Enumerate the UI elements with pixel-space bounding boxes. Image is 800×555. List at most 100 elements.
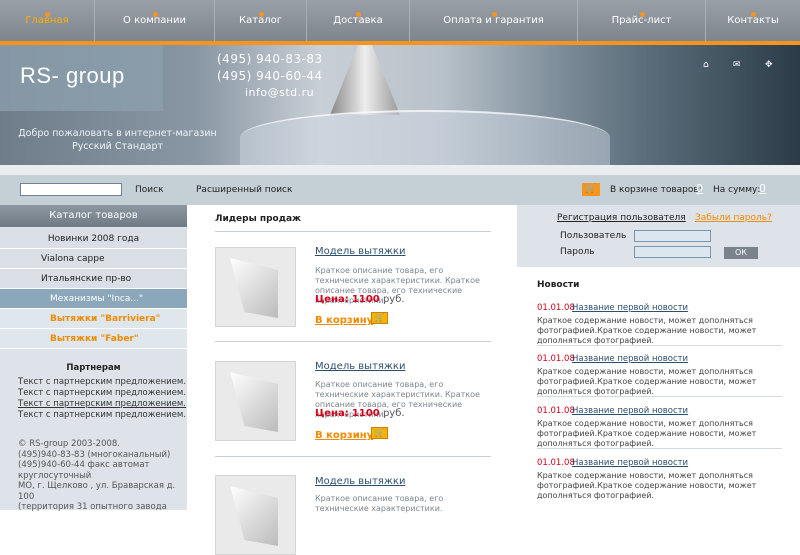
product-description: Краткое описание товара, его технические…: [315, 494, 444, 513]
news-title: Новости: [537, 280, 580, 290]
partner-text: Текст с партнерским предложением.: [18, 410, 187, 420]
catalog-item-faber[interactable]: Вытяжки "Faber": [0, 329, 187, 349]
username-field[interactable]: [634, 230, 711, 242]
nav-item-payment[interactable]: Оплата и гарантия: [410, 0, 578, 41]
footer-line: круглосуточный: [18, 470, 92, 481]
right-sidebar: Регистрация пользователя Забыли пароль? …: [517, 205, 800, 510]
product-image[interactable]: [215, 247, 296, 327]
nav-item-delivery[interactable]: Доставка: [307, 0, 410, 41]
news-summary: Краткое содержание новости, может дополн…: [537, 471, 757, 500]
site-logo[interactable]: RS- group: [20, 63, 125, 89]
news-date: 01.01.08: [537, 458, 575, 468]
news-date: 01.01.08: [537, 406, 575, 416]
username-label: Пользователь: [560, 231, 627, 241]
password-field[interactable]: [634, 246, 711, 258]
forgot-password-link[interactable]: Забыли пароль?: [695, 213, 772, 223]
phone-primary: (495) 940-83-83: [217, 52, 323, 66]
nav-dot-icon: [356, 12, 361, 17]
footer-line: (495)940-60-44 факс автомат: [18, 460, 150, 470]
search-bar: Поиск Расширенный поиск 🛒 В корзине това…: [0, 165, 800, 205]
welcome-line: Русский Стандарт: [71, 141, 164, 152]
news-title-link[interactable]: Название первой новости: [572, 406, 688, 416]
news-date: 01.01.08: [537, 303, 575, 313]
nav-item-catalog[interactable]: Каталог: [215, 0, 307, 41]
footer-contacts: © RS-group 2003-2008. (495)940-83-83 (мн…: [18, 439, 178, 513]
nav-dot-icon: [153, 12, 158, 17]
cart-items-count[interactable]: 0: [696, 182, 703, 195]
partner-link[interactable]: Текст с партнерским предложением.: [18, 399, 186, 410]
home-icon[interactable]: ⌂: [703, 60, 709, 70]
price-value: 1100: [351, 294, 380, 305]
product-name-link[interactable]: Модель вытяжки: [315, 246, 405, 257]
price-currency: руб.: [382, 294, 405, 305]
add-to-cart-link[interactable]: В корзину: [315, 315, 373, 326]
password-label: Пароль: [560, 247, 595, 257]
search-input[interactable]: [20, 183, 122, 196]
cart-items-label: В корзине товаров:: [610, 185, 702, 195]
news-title-link[interactable]: Название первой новости: [572, 354, 688, 364]
leaders-title: Лидеры продаж: [215, 214, 302, 224]
partners-title: Партнерам: [66, 363, 121, 373]
news-summary: Краткое содержание новости, может дополн…: [537, 419, 757, 448]
advanced-search-link[interactable]: Расширенный поиск: [196, 185, 292, 195]
header-banner: RS- group (495) 940-83-83 (495) 940-60-4…: [0, 45, 800, 165]
catalog-title: Каталог товаров: [0, 205, 187, 227]
mail-icon[interactable]: ✉: [733, 60, 741, 70]
phone-secondary: (495) 940-60-44: [217, 69, 323, 83]
product-image[interactable]: [215, 361, 296, 441]
catalog-item-italian[interactable]: Итальянские пр-во: [0, 269, 187, 289]
nav-dot-icon: [45, 12, 50, 17]
footer-line: © RS-group 2003-2008.: [18, 439, 120, 449]
cart-sum-label: На сумму:: [713, 185, 761, 195]
partner-text: Текст с партнерским предложением.: [18, 388, 187, 398]
product-price: Цена: 1100 руб.: [315, 408, 405, 419]
divider: [215, 341, 491, 342]
email-link[interactable]: info@std.ru: [245, 86, 314, 99]
cart-icon[interactable]: 🛒: [582, 183, 600, 196]
top-navigation: Главная О компании Каталог Доставка Опла…: [0, 0, 800, 45]
catalog-item-barriviera[interactable]: Вытяжки "Barriviera": [0, 309, 187, 329]
search-button[interactable]: Поиск: [135, 185, 164, 195]
login-box: Регистрация пользователя Забыли пароль? …: [517, 205, 800, 267]
product-name-link[interactable]: Модель вытяжки: [315, 361, 405, 372]
add-to-cart-link[interactable]: В корзину: [315, 430, 373, 441]
news-title-link[interactable]: Название первой новости: [572, 458, 688, 468]
nav-item-about[interactable]: О компании: [95, 0, 215, 41]
register-link[interactable]: Регистрация пользователя: [557, 213, 686, 223]
divider: [215, 456, 491, 457]
footer-line: МО, г. Щелково , ул. Браварская д.: [18, 481, 176, 491]
catalog-item-new2008[interactable]: Новинки 2008 года: [0, 229, 187, 249]
footer-line: (территория 31 опытного завода: [18, 502, 167, 512]
footer-line: 100: [18, 491, 35, 502]
sitemap-icon[interactable]: ✥: [765, 60, 773, 70]
welcome-text: Добро пожаловать в интернет-магазин Русс…: [10, 127, 225, 153]
main-content: Лидеры продаж Модель вытяжки Краткое опи…: [187, 205, 517, 555]
nav-dot-icon: [640, 12, 645, 17]
nav-dot-icon: [751, 12, 756, 17]
price-label: Цена:: [315, 294, 349, 305]
divider: [537, 448, 782, 449]
partner-text: Текст с партнерским предложением.: [18, 377, 187, 387]
cart-icon[interactable]: 🛒: [371, 427, 388, 439]
divider: [215, 231, 491, 232]
left-sidebar: Каталог товаров Новинки 2008 года Vialon…: [0, 205, 187, 513]
catalog-item-vialona[interactable]: Vialona cappe: [0, 249, 187, 269]
nav-dot-icon: [492, 12, 497, 17]
divider: [537, 345, 782, 346]
footer-line: (495)940-83-83 (многоканальный): [18, 449, 171, 460]
welcome-line: Добро пожаловать в интернет-магазин: [18, 128, 217, 139]
catalog-item-inca[interactable]: Механизмы "Inca...": [0, 289, 187, 309]
divider: [537, 396, 782, 397]
nav-item-pricelist[interactable]: Прайс-лист: [578, 0, 706, 41]
nav-item-home[interactable]: Главная: [0, 0, 95, 41]
login-ok-button[interactable]: ОК: [724, 247, 758, 259]
product-image[interactable]: [215, 475, 296, 555]
nav-item-contacts[interactable]: Контакты: [706, 0, 800, 41]
hood-image: [330, 45, 400, 115]
product-name-link[interactable]: Модель вытяжки: [315, 476, 405, 487]
product-price: Цена: 1100 руб.: [315, 294, 405, 305]
news-title-link[interactable]: Название первой новости: [572, 303, 688, 313]
price-label: Цена:: [315, 408, 349, 419]
cart-icon[interactable]: 🛒: [371, 312, 388, 324]
cart-sum-value[interactable]: 0: [759, 182, 766, 195]
